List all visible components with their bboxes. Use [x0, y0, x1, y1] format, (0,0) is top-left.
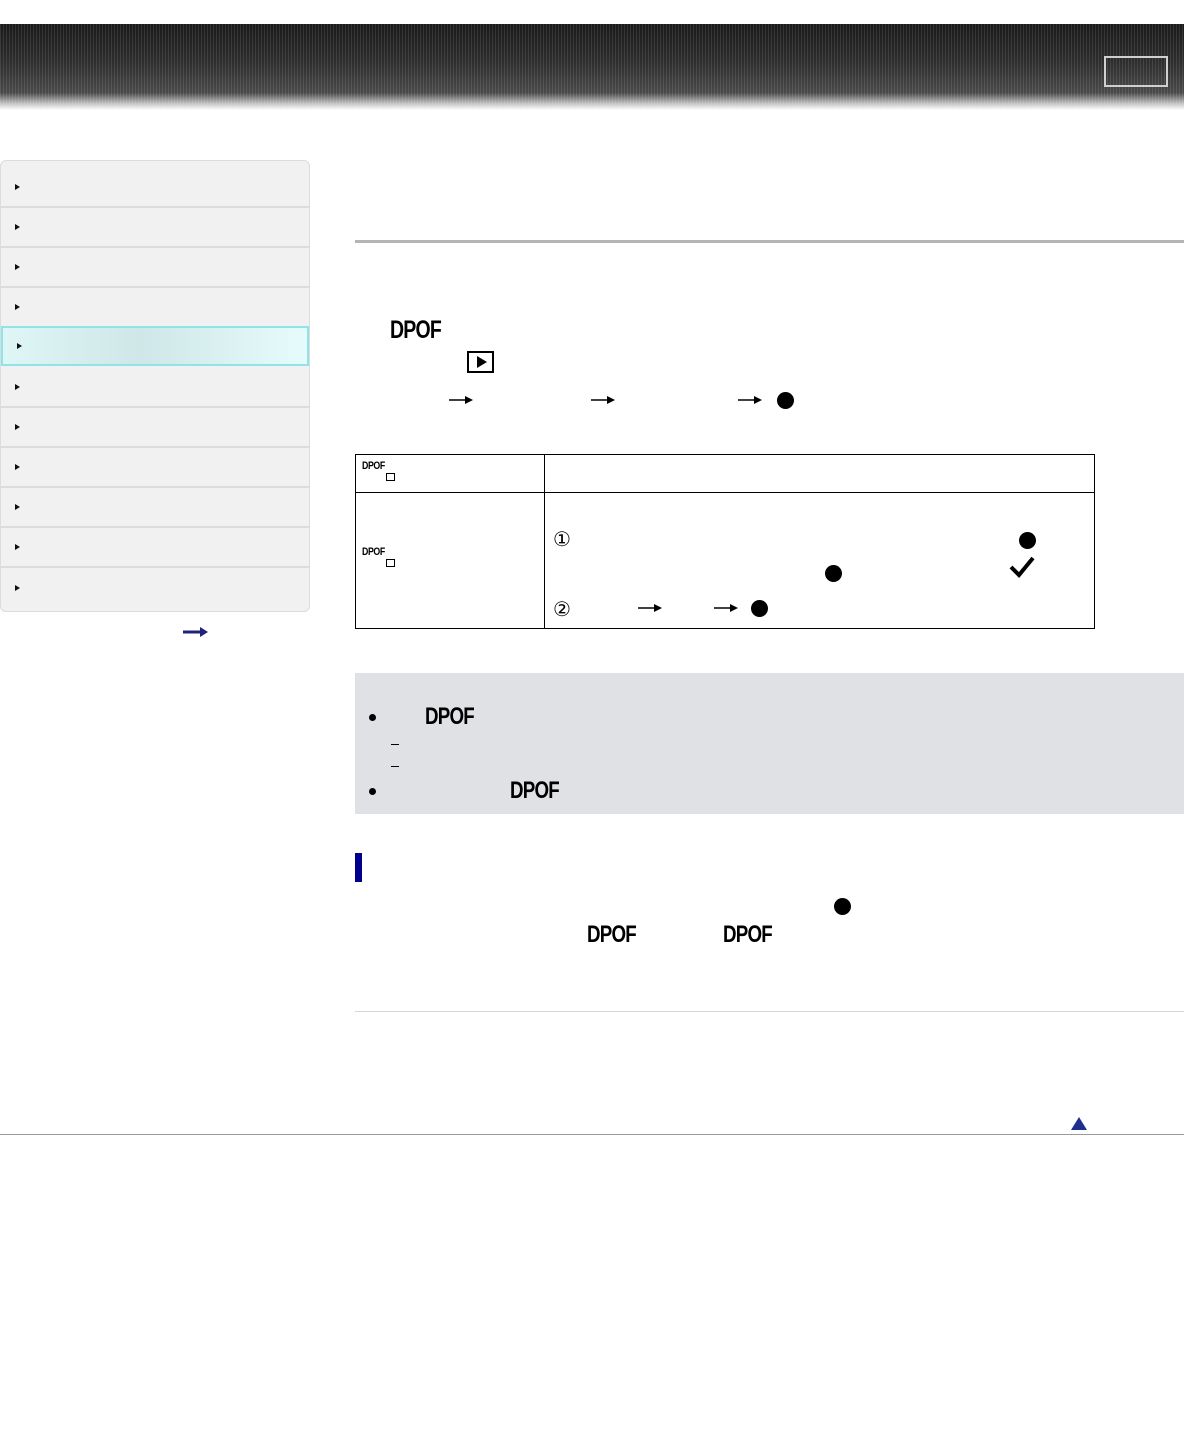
triangle-right-icon — [15, 384, 20, 390]
table-cell — [544, 454, 1095, 493]
arrow-right-icon — [449, 396, 473, 404]
center-button-icon — [825, 565, 842, 582]
table-cell: DPOF — [355, 492, 545, 629]
table-cell: DPOF — [355, 454, 545, 493]
section-heading-bar — [355, 853, 362, 882]
dash — [391, 744, 399, 745]
triangle-right-icon — [15, 504, 20, 510]
step-2-marker: ② — [553, 599, 571, 621]
playback-icon — [467, 351, 494, 373]
sidebar-item[interactable] — [1, 288, 309, 328]
checkmark-icon — [1009, 556, 1035, 578]
content-divider — [355, 1011, 1184, 1012]
footer-divider — [0, 1134, 1184, 1135]
step-1-marker: ① — [553, 529, 571, 551]
header-button[interactable] — [1104, 56, 1168, 87]
arrow-right-icon — [638, 604, 662, 612]
back-to-top-icon[interactable] — [1071, 1117, 1087, 1130]
sidebar-item[interactable] — [1, 568, 309, 608]
dpof-glyph: DPOF — [723, 921, 773, 948]
triangle-right-icon — [15, 464, 20, 470]
page-header — [0, 24, 1184, 110]
triangle-right-icon — [17, 343, 22, 349]
triangle-right-icon — [15, 264, 20, 270]
center-button-icon — [834, 898, 851, 915]
triangle-right-icon — [15, 544, 20, 550]
triangle-right-icon — [15, 184, 20, 190]
arrow-right-icon — [738, 396, 762, 404]
sidebar-nav — [0, 160, 310, 612]
arrow-right-icon — [591, 396, 615, 404]
sidebar-item[interactable] — [1, 168, 309, 208]
dash — [391, 766, 399, 767]
dpof-check-icon: DPOF — [362, 460, 385, 472]
table-cell: ① ② — [544, 492, 1095, 629]
triangle-right-icon — [15, 424, 20, 430]
dpof-select-icon: DPOF — [362, 546, 385, 558]
sidebar-item[interactable] — [1, 248, 309, 288]
note-box: DPOF DPOF — [355, 673, 1184, 814]
checkbox-icon — [386, 473, 395, 481]
right-arrow-icon[interactable] — [182, 626, 208, 638]
sidebar-item-active[interactable] — [1, 326, 309, 366]
center-button-icon — [751, 600, 768, 617]
dpof-glyph: DPOF — [510, 777, 560, 804]
triangle-right-icon — [15, 585, 20, 591]
checkbox-icon — [386, 559, 395, 567]
dpof-glyph: DPOF — [425, 703, 475, 730]
dpof-glyph: DPOF — [587, 921, 637, 948]
sidebar-item[interactable] — [1, 208, 309, 248]
options-table: DPOF DPOF ① ② — [355, 454, 1095, 629]
bullet — [369, 714, 376, 721]
triangle-right-icon — [15, 304, 20, 310]
sidebar-item[interactable] — [1, 368, 309, 408]
sidebar-item[interactable] — [1, 408, 309, 448]
sidebar-item[interactable] — [1, 488, 309, 528]
sidebar-item[interactable] — [1, 448, 309, 488]
sidebar-item[interactable] — [1, 528, 309, 568]
center-button-icon — [1019, 532, 1036, 549]
center-button-icon — [777, 392, 794, 409]
arrow-right-icon — [714, 604, 738, 612]
title-divider — [355, 240, 1184, 243]
triangle-right-icon — [15, 224, 20, 230]
dpof-heading: DPOF — [390, 316, 442, 344]
bullet — [369, 788, 376, 795]
